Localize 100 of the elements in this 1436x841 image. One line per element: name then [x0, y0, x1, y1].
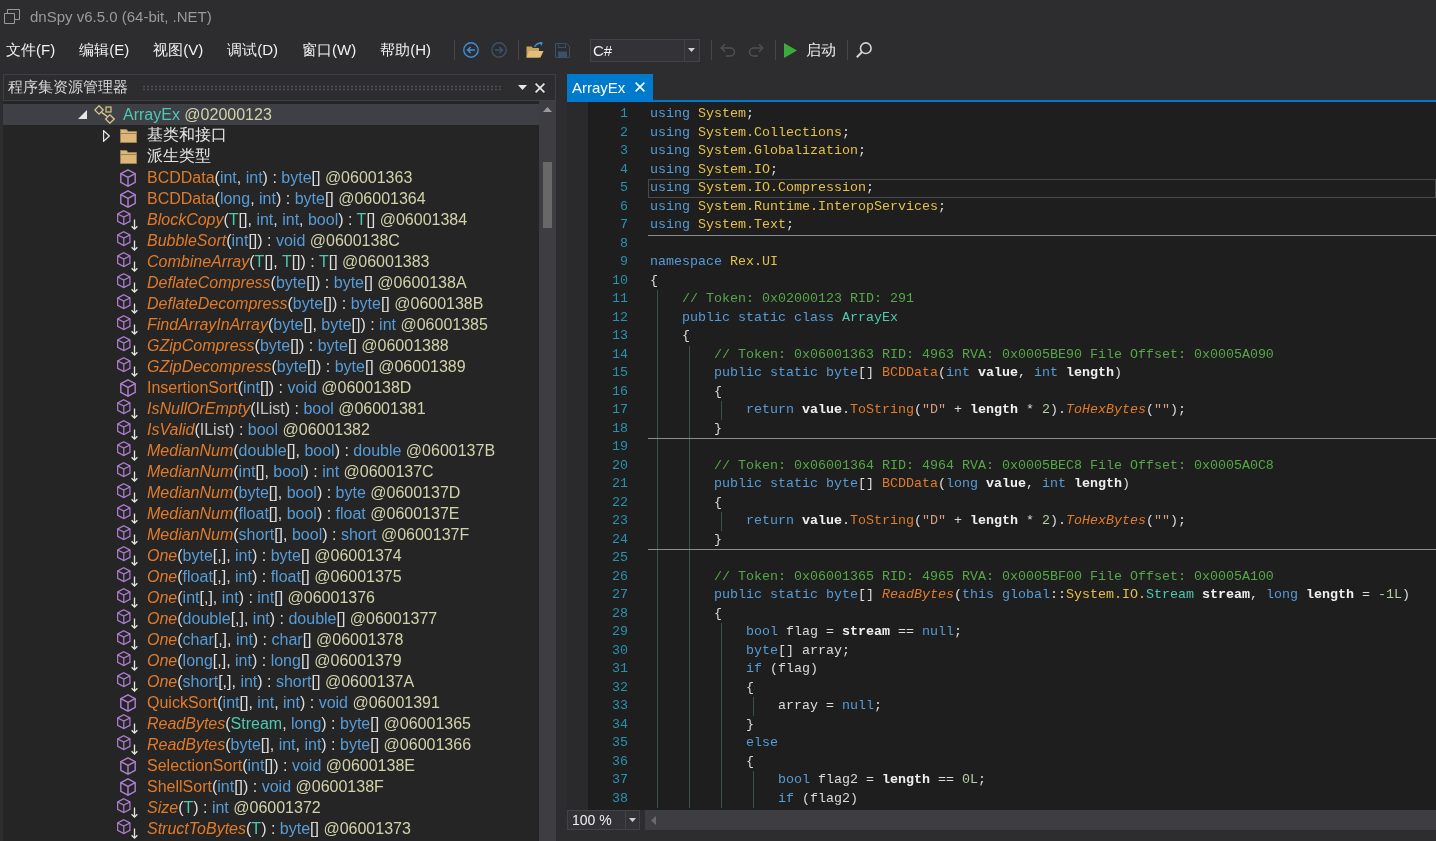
cube-icon: [120, 378, 136, 397]
cube-arrow-icon: [117, 251, 139, 272]
redo-icon: [747, 43, 764, 57]
menu-item[interactable]: 窗口(W): [296, 37, 363, 63]
line-number: 3: [619, 142, 628, 160]
tree-item[interactable]: DeflateDecompress(byte[]) : byte[] @0600138B: [3, 293, 539, 314]
zoom-dropdown[interactable]: 100 %: [567, 810, 640, 830]
language-dropdown[interactable]: C#: [589, 38, 700, 62]
window-title: dnSpy v6.5.0 (64-bit, .NET): [30, 8, 212, 25]
line-number: 34: [611, 715, 628, 734]
cube-icon: [120, 693, 136, 712]
back-icon: [462, 42, 479, 58]
linked-diamonds-icon: [93, 105, 115, 124]
line-number: 13: [611, 327, 628, 345]
tree-item[interactable]: BCDData(int, int) : byte[] @06001363: [3, 167, 539, 188]
menu-item[interactable]: 编辑(E): [73, 37, 136, 63]
cube-arrow-icon: [117, 608, 139, 629]
line-number: 37: [611, 771, 628, 789]
tree-item[interactable]: One(float[,], int) : float[] @06001375: [3, 566, 539, 587]
line-number: 20: [611, 456, 628, 475]
tree-item[interactable]: BubbleSort(int[]) : void @0600138C: [3, 230, 539, 251]
code-line: using System.Collections;: [649, 123, 851, 142]
tree-item[interactable]: One(char[,], int) : char[] @06001378: [3, 629, 539, 650]
tree-item[interactable]: ShellSort(int[]) : void @0600138F: [3, 776, 539, 797]
menu-item[interactable]: 文件(F): [0, 37, 62, 63]
tree-item[interactable]: CombineArray(T[], T[]) : T[] @06001383: [3, 251, 539, 272]
line-number: 5: [619, 179, 628, 197]
editor-tab[interactable]: ArrayEx: [567, 74, 654, 100]
line-number: 8: [619, 234, 628, 253]
menu-item[interactable]: 帮助(H): [374, 37, 437, 63]
line-number: 24: [611, 530, 628, 549]
overlapping-squares-icon: [4, 9, 20, 24]
line-number: 22: [611, 493, 628, 512]
menu-item[interactable]: 视图(V): [147, 37, 210, 63]
tree-item[interactable]: ReadBytes(byte[], int, int) : byte[] @06001366: [3, 734, 539, 755]
tree-item[interactable]: QuickSort(int[], int, int) : void @06001391: [3, 692, 539, 713]
tree-item[interactable]: SelectionSort(int[]) : void @0600138E: [3, 755, 539, 776]
cube-arrow-icon: [117, 545, 139, 566]
tree-item[interactable]: 派生类型: [3, 146, 539, 167]
line-number: 19: [611, 438, 628, 456]
scrollbar-thumb[interactable]: [543, 162, 552, 228]
line-number: 38: [611, 789, 628, 808]
tree-item[interactable]: FindArrayInArray(byte[], byte[]) : int @06001385: [3, 314, 539, 335]
menu-item[interactable]: 调试(D): [221, 37, 284, 63]
line-number: 2: [619, 123, 628, 142]
code-line: using System;: [649, 105, 755, 123]
tree-item[interactable]: ArrayEx @02000123: [3, 104, 539, 125]
tree-item[interactable]: BlockCopy(T[], int, int, bool) : T[] @06001384: [3, 209, 539, 230]
tree-item[interactable]: MedianNum(byte[], bool) : byte @0600137D: [3, 482, 539, 503]
folder-icon: [119, 128, 137, 143]
tree-item[interactable]: GZipCompress(byte[]) : byte[] @06001388: [3, 335, 539, 356]
tree-item[interactable]: MedianNum(short[], bool) : short @0600137F: [3, 524, 539, 545]
triangle-up-icon: [543, 107, 552, 112]
line-number: 27: [611, 586, 628, 604]
close-icon: [635, 82, 646, 92]
tree-item[interactable]: IsValid(IList) : bool @06001382: [3, 419, 539, 440]
open-folder-icon: [525, 42, 544, 58]
cube-arrow-icon: [117, 503, 139, 524]
line-number: 4: [619, 160, 628, 179]
tree-item[interactable]: ReadBytes(Stream, long) : byte[] @06001365: [3, 713, 539, 734]
tree-item[interactable]: One(short[,], int) : short[] @0600137A: [3, 671, 539, 692]
tree-item[interactable]: One(double[,], int) : double[] @06001377: [3, 608, 539, 629]
code-line: using System.Globalization;: [649, 142, 867, 160]
tree-item[interactable]: One(long[,], int) : long[] @06001379: [3, 650, 539, 671]
tree-item[interactable]: BCDData(long, int) : byte[] @06001364: [3, 188, 539, 209]
line-number: 25: [611, 549, 628, 567]
tree-item[interactable]: IsNullOrEmpty(IList) : bool @06001381: [3, 398, 539, 419]
line-number: 28: [611, 604, 628, 623]
tree-item[interactable]: GZipDecompress(byte[]) : byte[] @06001389: [3, 356, 539, 377]
tree-item[interactable]: MedianNum(double[], bool) : double @0600137B: [3, 440, 539, 461]
line-number: 32: [611, 678, 628, 697]
tree-item[interactable]: One(int[,], int) : int[] @06001376: [3, 587, 539, 608]
line-number: 10: [611, 271, 628, 290]
tree-item[interactable]: 基类和接口: [3, 125, 539, 146]
code-line: using System.IO.Compression;: [648, 179, 1436, 198]
tree-item[interactable]: MedianNum(int[], bool) : int @0600137C: [3, 461, 539, 482]
line-number: 35: [611, 734, 628, 752]
start-button[interactable]: 启动: [779, 38, 840, 62]
line-number: 7: [619, 216, 628, 234]
cube-arrow-icon: [117, 713, 139, 734]
cube-arrow-icon: [117, 524, 139, 545]
cube-arrow-icon: [117, 293, 139, 314]
code-line: namespace Rex.UI: [649, 253, 779, 271]
close-icon: [535, 82, 545, 93]
cube-arrow-icon: [117, 629, 139, 650]
forward-icon: [490, 42, 507, 58]
line-number: 29: [611, 623, 628, 641]
cube-icon: [120, 189, 136, 208]
cube-arrow-icon: [117, 482, 139, 503]
tree-item[interactable]: InsertionSort(int[]) : void @0600138D: [3, 377, 539, 398]
line-number: 26: [611, 567, 628, 586]
tree-item[interactable]: DeflateCompress(byte[]) : byte[] @0600138A: [3, 272, 539, 293]
line-number: 17: [611, 401, 628, 419]
cube-icon: [120, 756, 136, 775]
tree-item[interactable]: StructToBytes(T) : byte[] @06001373: [3, 818, 539, 839]
cube-arrow-icon: [117, 356, 139, 377]
line-number: 36: [611, 752, 628, 771]
tree-item[interactable]: MedianNum(float[], bool) : float @0600137E: [3, 503, 539, 524]
tree-item[interactable]: One(byte[,], int) : byte[] @06001374: [3, 545, 539, 566]
tree-item[interactable]: Size(T) : int @06001372: [3, 797, 539, 818]
